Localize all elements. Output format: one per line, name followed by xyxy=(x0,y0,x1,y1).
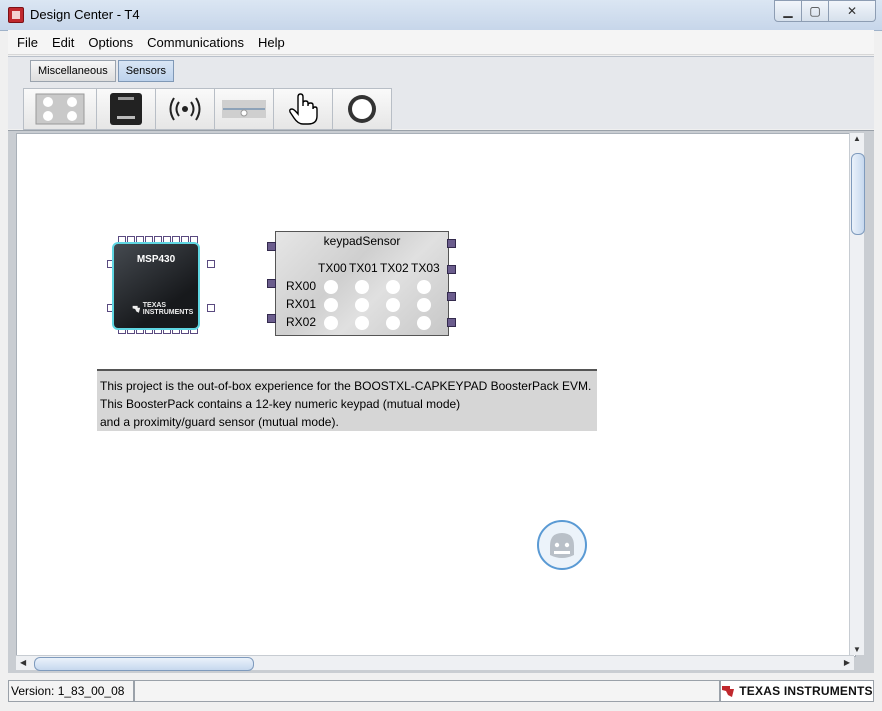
tx-label: TX00 xyxy=(318,261,347,275)
key-electrode xyxy=(355,298,369,312)
tx-label: TX02 xyxy=(380,261,409,275)
ti-logo-icon xyxy=(132,305,141,313)
ti-logo-icon xyxy=(722,686,735,697)
key-electrode xyxy=(355,316,369,330)
scroll-right-icon[interactable]: ▶ xyxy=(844,658,850,667)
keypad-title: keypadSensor xyxy=(323,234,401,248)
palette-tools xyxy=(23,88,392,130)
proximity-tool-button[interactable] xyxy=(155,88,215,130)
chip-pin xyxy=(207,304,215,312)
menu-communications[interactable]: Communications xyxy=(142,35,249,50)
rx-label: RX02 xyxy=(286,315,317,329)
key-electrode xyxy=(355,280,369,294)
msp430-label: MSP430 xyxy=(136,254,176,265)
status-message xyxy=(134,680,720,702)
hand-pointer-icon xyxy=(289,93,318,125)
key-electrode xyxy=(417,298,431,312)
description-line: and a proximity/guard sensor (mutual mod… xyxy=(100,415,339,429)
menu-bar: File Edit Options Communications Help xyxy=(8,30,874,55)
slider-tool-button[interactable] xyxy=(214,88,274,130)
app-icon xyxy=(8,7,24,23)
window-controls: ▁ ▢ ✕ xyxy=(774,0,876,22)
component-palette: Miscellaneous Sensors xyxy=(8,56,874,130)
ti-brand: TEXAS INSTRUMENTS xyxy=(720,680,874,702)
menu-file[interactable]: File xyxy=(12,35,43,50)
robot-icon xyxy=(550,533,574,558)
menu-help[interactable]: Help xyxy=(253,35,290,50)
tx-label: TX03 xyxy=(411,261,440,275)
project-description: This project is the out-of-box experienc… xyxy=(97,369,597,431)
design-area: MSP430 TEXAS INSTRUMENTS keypadSensor TX… xyxy=(8,130,874,673)
description-line: This project is the out-of-box experienc… xyxy=(100,379,592,393)
title-bar: Design Center - T4 ▁ ▢ ✕ xyxy=(0,0,882,31)
maximize-button[interactable]: ▢ xyxy=(802,0,829,22)
slider-tool-icon xyxy=(222,100,266,118)
status-bar: Version: 1_83_00_08 TEXAS INSTRUMENTS xyxy=(8,680,874,702)
design-canvas[interactable]: MSP430 TEXAS INSTRUMENTS keypadSensor TX… xyxy=(16,133,856,657)
vertical-scrollbar[interactable]: ▲ ▼ xyxy=(849,133,865,655)
keypad-port[interactable] xyxy=(447,292,456,301)
keypad-port[interactable] xyxy=(447,265,456,274)
msp430-component[interactable]: MSP430 TEXAS INSTRUMENTS xyxy=(107,236,215,334)
tab-miscellaneous[interactable]: Miscellaneous xyxy=(30,60,116,82)
msp430-chip: MSP430 TEXAS INSTRUMENTS xyxy=(112,242,200,330)
key-electrode xyxy=(324,280,338,294)
keypad-port[interactable] xyxy=(447,318,456,327)
horizontal-scrollbar[interactable]: ◀ ▶ xyxy=(16,655,854,671)
ti-brand-text: TEXAS INSTRUMENTS xyxy=(739,684,873,698)
keypad-tool-icon xyxy=(35,93,85,125)
keypad-port[interactable] xyxy=(267,242,276,251)
ti-logo: TEXAS INSTRUMENTS xyxy=(132,302,198,316)
keypad-port[interactable] xyxy=(447,239,456,248)
scroll-down-icon[interactable]: ▼ xyxy=(853,645,861,654)
key-electrode xyxy=(417,280,431,294)
key-electrode xyxy=(386,316,400,330)
assistant-bot-button[interactable] xyxy=(537,520,587,570)
minimize-button[interactable]: ▁ xyxy=(774,0,802,22)
button-tool-button[interactable] xyxy=(273,88,333,130)
keypad-sensor-component[interactable]: keypadSensor TX00 TX01 TX02 TX03 RX00 RX… xyxy=(275,231,449,336)
menu-edit[interactable]: Edit xyxy=(47,35,79,50)
key-electrode xyxy=(324,298,338,312)
tx-label: TX01 xyxy=(349,261,378,275)
msp430-tool-button[interactable] xyxy=(96,88,156,130)
key-electrode xyxy=(324,316,338,330)
window-title: Design Center - T4 xyxy=(30,7,140,22)
wheel-tool-button[interactable] xyxy=(332,88,392,130)
rx-label: RX01 xyxy=(286,297,317,311)
scroll-left-icon[interactable]: ◀ xyxy=(20,658,26,667)
chip-pin xyxy=(207,260,215,268)
horizontal-scroll-thumb[interactable] xyxy=(34,657,254,671)
maximize-icon: ▢ xyxy=(809,4,821,18)
vertical-scroll-thumb[interactable] xyxy=(851,153,865,235)
close-button[interactable]: ✕ xyxy=(829,0,876,22)
key-electrode xyxy=(386,298,400,312)
rx-label: RX00 xyxy=(286,279,317,293)
minimize-icon: ▁ xyxy=(783,4,793,18)
description-line: This BoosterPack contains a 12-key numer… xyxy=(100,397,461,411)
key-electrode xyxy=(386,280,400,294)
keypad-tool-button[interactable] xyxy=(23,88,97,130)
tab-sensors[interactable]: Sensors xyxy=(117,60,175,82)
msp430-tool-icon xyxy=(110,93,142,125)
wheel-tool-icon xyxy=(348,95,376,123)
version-label: Version: 1_83_00_08 xyxy=(8,680,134,702)
close-icon: ✕ xyxy=(846,4,858,18)
scroll-up-icon[interactable]: ▲ xyxy=(853,134,861,143)
menu-options[interactable]: Options xyxy=(83,35,138,50)
key-electrode xyxy=(417,316,431,330)
msp430-logo-text: TEXAS INSTRUMENTS xyxy=(142,302,194,316)
proximity-tool-icon xyxy=(169,97,201,121)
keypad-port[interactable] xyxy=(267,314,276,323)
palette-tabs: Miscellaneous Sensors xyxy=(30,60,176,82)
keypad-port[interactable] xyxy=(267,279,276,288)
